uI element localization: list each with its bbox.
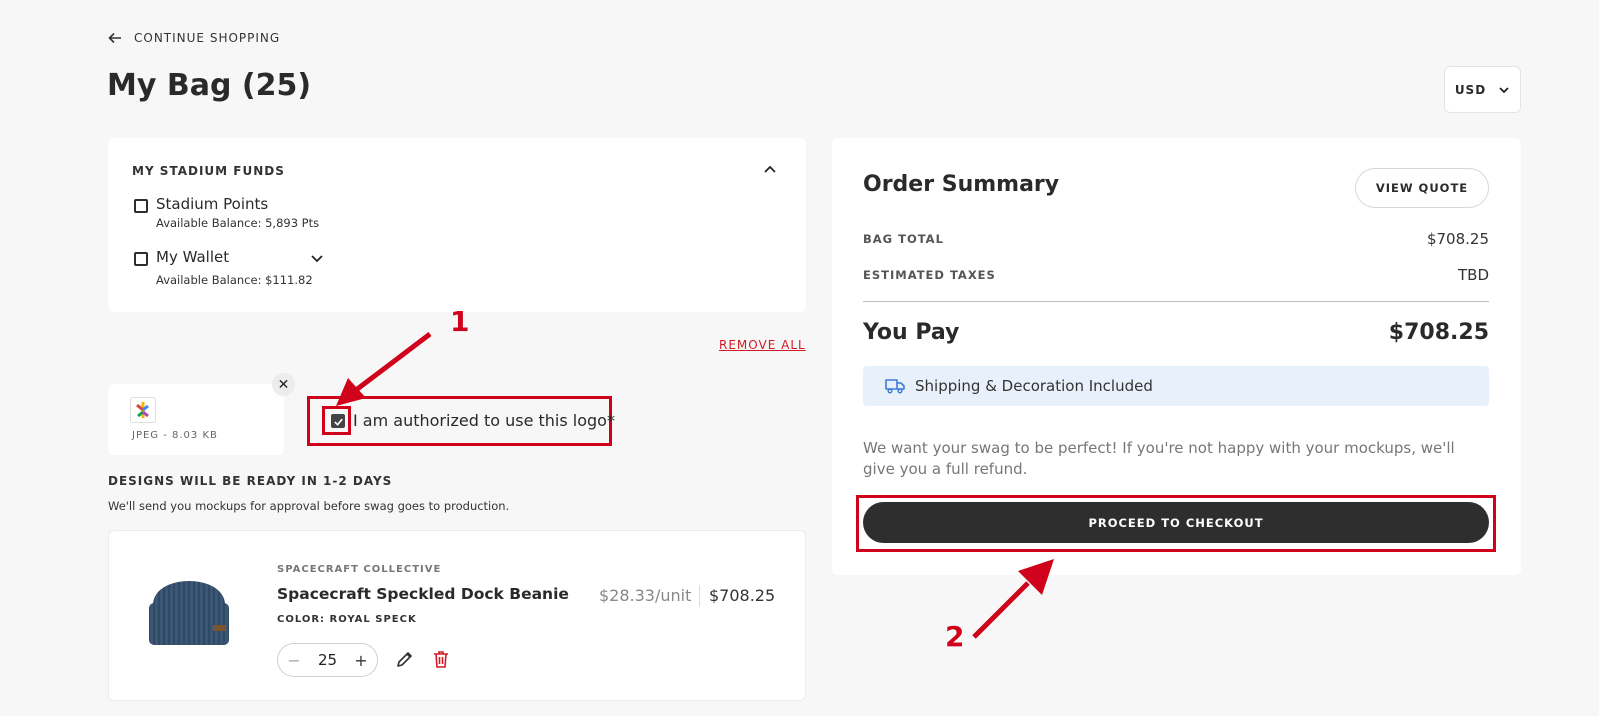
currency-select[interactable]: USD — [1444, 66, 1521, 113]
trash-icon[interactable] — [431, 649, 451, 669]
logo-authorization-checkbox[interactable] — [331, 414, 345, 428]
upload-file-meta: JPEG - 8.03 KB — [132, 430, 218, 441]
cart-item-card: SPACECRAFT COLLECTIVE Spacecraft Speckle… — [108, 530, 806, 701]
increase-quantity-button[interactable]: + — [353, 651, 369, 670]
page-title: My Bag (25) — [107, 68, 312, 103]
stadium-funds-panel: MY STADIUM FUNDS Stadium Points Availabl… — [108, 138, 806, 312]
check-icon — [333, 418, 343, 426]
shipping-label: Shipping & Decoration Included — [915, 377, 1153, 395]
logo-authorization-label: I am authorized to use this logo* — [353, 411, 615, 430]
order-summary-title: Order Summary — [863, 172, 1060, 197]
item-name[interactable]: Spacecraft Speckled Dock Beanie — [277, 585, 569, 603]
chevron-down-icon[interactable] — [310, 251, 324, 265]
annotation-arrow-2 — [972, 559, 1054, 639]
logo-image — [136, 402, 149, 418]
close-icon[interactable]: ✕ — [272, 373, 295, 396]
quantity-stepper: − 25 + — [277, 643, 378, 677]
decrease-quantity-button[interactable]: − — [286, 651, 302, 670]
my-wallet-balance: Available Balance: $111.82 — [156, 273, 313, 287]
estimated-taxes-value: TBD — [1457, 266, 1489, 284]
truck-icon — [885, 379, 905, 394]
summary-divider — [863, 301, 1489, 302]
price-divider — [699, 585, 700, 607]
you-pay-label: You Pay — [863, 320, 960, 345]
shipping-banner: Shipping & Decoration Included — [863, 366, 1489, 406]
logo-thumbnail — [130, 397, 156, 423]
designs-ready-title: DESIGNS WILL BE READY IN 1-2 DAYS — [108, 474, 393, 488]
remove-all-link[interactable]: REMOVE ALL — [719, 338, 806, 352]
chevron-up-icon[interactable] — [762, 162, 778, 178]
item-brand: SPACECRAFT COLLECTIVE — [277, 564, 442, 575]
annotation-arrow-1 — [336, 332, 432, 406]
my-wallet-checkbox[interactable] — [134, 252, 148, 266]
designs-ready-subtitle: We'll send you mockups for approval befo… — [108, 499, 510, 513]
logo-upload-card: JPEG - 8.03 KB — [108, 384, 284, 455]
currency-value: USD — [1454, 82, 1487, 97]
proceed-to-checkout-button[interactable]: PROCEED TO CHECKOUT — [863, 502, 1489, 543]
continue-shopping-link[interactable]: CONTINUE SHOPPING — [108, 31, 280, 45]
funds-title: MY STADIUM FUNDS — [132, 164, 285, 178]
arrow-left-icon — [108, 32, 121, 44]
my-wallet-label: My Wallet — [156, 248, 230, 266]
stadium-points-balance: Available Balance: 5,893 Pts — [156, 216, 320, 230]
you-pay-value: $708.25 — [1388, 320, 1489, 345]
annotation-number-1: 1 — [450, 305, 470, 338]
pencil-icon[interactable] — [395, 649, 415, 669]
item-color: COLOR: ROYAL SPECK — [277, 614, 417, 625]
chevron-down-icon — [1499, 86, 1509, 93]
view-quote-button[interactable]: VIEW QUOTE — [1355, 168, 1489, 208]
stadium-points-checkbox[interactable] — [134, 199, 148, 213]
item-total-price: $708.25 — [709, 586, 776, 605]
stadium-points-label: Stadium Points — [156, 195, 269, 213]
bag-total-label: BAG TOTAL — [863, 232, 944, 246]
continue-shopping-label: CONTINUE SHOPPING — [134, 31, 281, 45]
beanie-product-image — [149, 581, 229, 645]
bag-total-value: $708.25 — [1426, 230, 1489, 248]
estimated-taxes-label: ESTIMATED TAXES — [863, 268, 996, 282]
refund-note: We want your swag to be perfect! If you'… — [863, 439, 1455, 478]
annotation-number-2: 2 — [945, 620, 965, 653]
quantity-value[interactable]: 25 — [318, 651, 337, 669]
item-unit-price: $28.33/unit — [599, 586, 692, 605]
